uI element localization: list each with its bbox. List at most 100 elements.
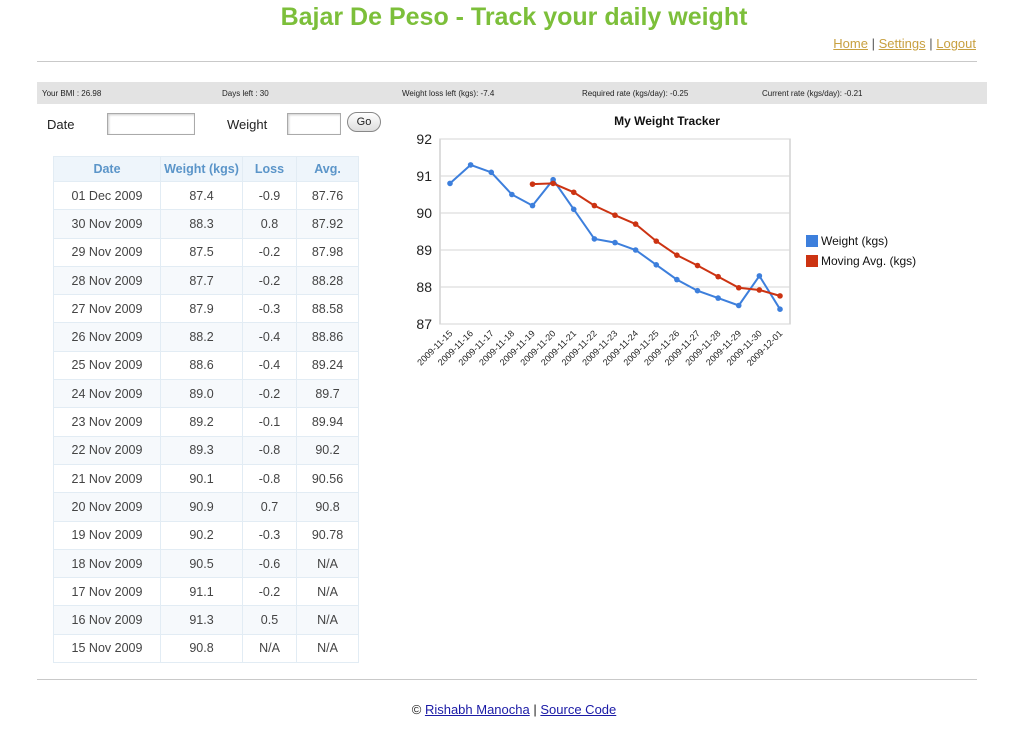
column-header-loss[interactable]: Loss (242, 156, 297, 182)
weight-label: Weight (227, 117, 268, 132)
cell-weight: 87.4 (160, 180, 243, 211)
cell-date: 28 Nov 2009 (53, 265, 161, 296)
data-point (529, 202, 536, 209)
data-point (735, 284, 742, 291)
days-left-stat: Days left : 30 (222, 89, 269, 98)
cell-weight: 90.1 (160, 463, 243, 494)
data-point (570, 189, 577, 196)
cell-loss: -0.2 (242, 577, 297, 607)
cell-weight: 89.0 (160, 379, 243, 409)
cell-weight: 88.3 (160, 209, 243, 239)
cell-date: 21 Nov 2009 (53, 463, 161, 494)
current-rate-stat: Current rate (kgs/day): -0.21 (762, 89, 863, 98)
nav-home-link[interactable]: Home (833, 36, 868, 51)
cell-avg: 90.56 (296, 463, 359, 494)
table-row: 27 Nov 2009 87.9 -0.3 88.58 (53, 294, 359, 324)
data-point (591, 202, 598, 209)
nav-separator: | (929, 36, 933, 51)
cell-date: 19 Nov 2009 (53, 520, 161, 550)
cell-avg: 90.8 (296, 492, 359, 522)
weight-entry-form: Date Weight Go (0, 110, 420, 140)
cell-weight: 88.2 (160, 322, 243, 352)
column-header-date[interactable]: Date (53, 156, 161, 182)
date-input[interactable] (107, 113, 195, 135)
nav-logout-link[interactable]: Logout (936, 36, 976, 51)
cell-loss: -0.8 (242, 435, 297, 465)
column-header-avg[interactable]: Avg. (296, 156, 359, 182)
cell-loss: 0.5 (242, 605, 297, 635)
cell-date: 17 Nov 2009 (53, 577, 161, 607)
footer: © Rishabh Manocha | Source Code (0, 702, 1028, 717)
chart-grid (439, 138, 791, 325)
date-label: Date (47, 117, 75, 132)
data-point (694, 262, 701, 269)
weight-chart: My Weight Tracker 87 88 89 90 91 92 2009-11-1… (415, 114, 916, 368)
data-point (653, 238, 660, 244)
cell-weight: 87.9 (160, 294, 243, 324)
cell-weight: 89.2 (160, 407, 243, 437)
data-point (756, 273, 763, 279)
table-row: 22 Nov 2009 89.3 -0.8 90.2 (53, 435, 359, 465)
cell-weight: 88.6 (160, 350, 243, 381)
cell-avg: 89.24 (296, 350, 359, 381)
data-point (529, 181, 536, 187)
chart-legend: Weight (kgs) Moving Avg. (kgs) (806, 234, 916, 268)
table-row: 15 Nov 2009 90.8 N/A N/A (53, 633, 359, 664)
data-point (674, 276, 680, 283)
cell-avg: 87.98 (296, 237, 359, 267)
data-point (488, 169, 495, 176)
cell-weight: 90.9 (160, 492, 243, 522)
cell-avg: N/A (296, 633, 359, 664)
data-point (447, 180, 453, 187)
table-row: 20 Nov 2009 90.9 0.7 90.8 (53, 492, 359, 522)
table-row: 28 Nov 2009 87.7 -0.2 88.28 (53, 265, 359, 296)
footer-separator: | (533, 702, 537, 717)
cell-avg: N/A (296, 548, 359, 579)
data-point (632, 221, 639, 227)
top-nav: Home | Settings | Logout (833, 36, 976, 51)
go-button[interactable]: Go (347, 112, 381, 132)
cell-avg: 88.86 (296, 322, 359, 352)
data-point (777, 293, 783, 299)
source-code-link[interactable]: Source Code (540, 702, 616, 717)
weight-input[interactable] (287, 113, 341, 135)
nav-settings-link[interactable]: Settings (879, 36, 926, 51)
cell-date: 01 Dec 2009 (53, 180, 161, 211)
cell-loss: -0.8 (242, 463, 297, 494)
table-row: 30 Nov 2009 88.3 0.8 87.92 (53, 209, 359, 239)
cell-loss: -0.2 (242, 237, 297, 267)
cell-loss: N/A (242, 633, 297, 664)
data-point (777, 306, 783, 312)
cell-loss: -0.4 (242, 322, 297, 352)
cell-avg: 90.2 (296, 435, 359, 465)
data-point (467, 162, 474, 168)
author-link[interactable]: Rishabh Manocha (425, 702, 530, 717)
data-point (570, 206, 577, 213)
footer-divider (37, 679, 977, 680)
cell-weight: 90.2 (160, 520, 243, 550)
table-header-row: Date Weight (kgs) Loss Avg. (53, 156, 359, 182)
weight-loss-left-stat: Weight loss left (kgs): -7.4 (402, 89, 495, 98)
site-title: Bajar De Peso - Track your daily weight (280, 3, 748, 31)
y-tick-label: 91 (416, 168, 432, 184)
legend-swatch (806, 235, 818, 247)
header-divider (37, 61, 977, 62)
cell-date: 20 Nov 2009 (53, 492, 161, 522)
data-point (612, 239, 618, 246)
cell-avg: 88.58 (296, 294, 359, 324)
data-point (715, 295, 721, 301)
weight-history-table: Date Weight (kgs) Loss Avg. 01 Dec 2009 8… (53, 156, 359, 664)
y-tick-label: 87 (416, 316, 432, 332)
cell-date: 25 Nov 2009 (53, 350, 161, 381)
data-point (653, 262, 660, 268)
cell-avg: 89.7 (296, 379, 359, 409)
cell-date: 15 Nov 2009 (53, 633, 161, 664)
legend-label: Weight (kgs) (821, 234, 888, 248)
cell-avg: 87.76 (296, 180, 359, 211)
stats-bar: Your BMI : 26.98 Days left : 30 Weight l… (37, 82, 987, 104)
y-tick-label: 89 (416, 242, 432, 258)
column-header-weight[interactable]: Weight (kgs) (160, 156, 243, 182)
data-point (694, 287, 701, 294)
cell-loss: -0.1 (242, 407, 297, 437)
cell-date: 16 Nov 2009 (53, 605, 161, 635)
